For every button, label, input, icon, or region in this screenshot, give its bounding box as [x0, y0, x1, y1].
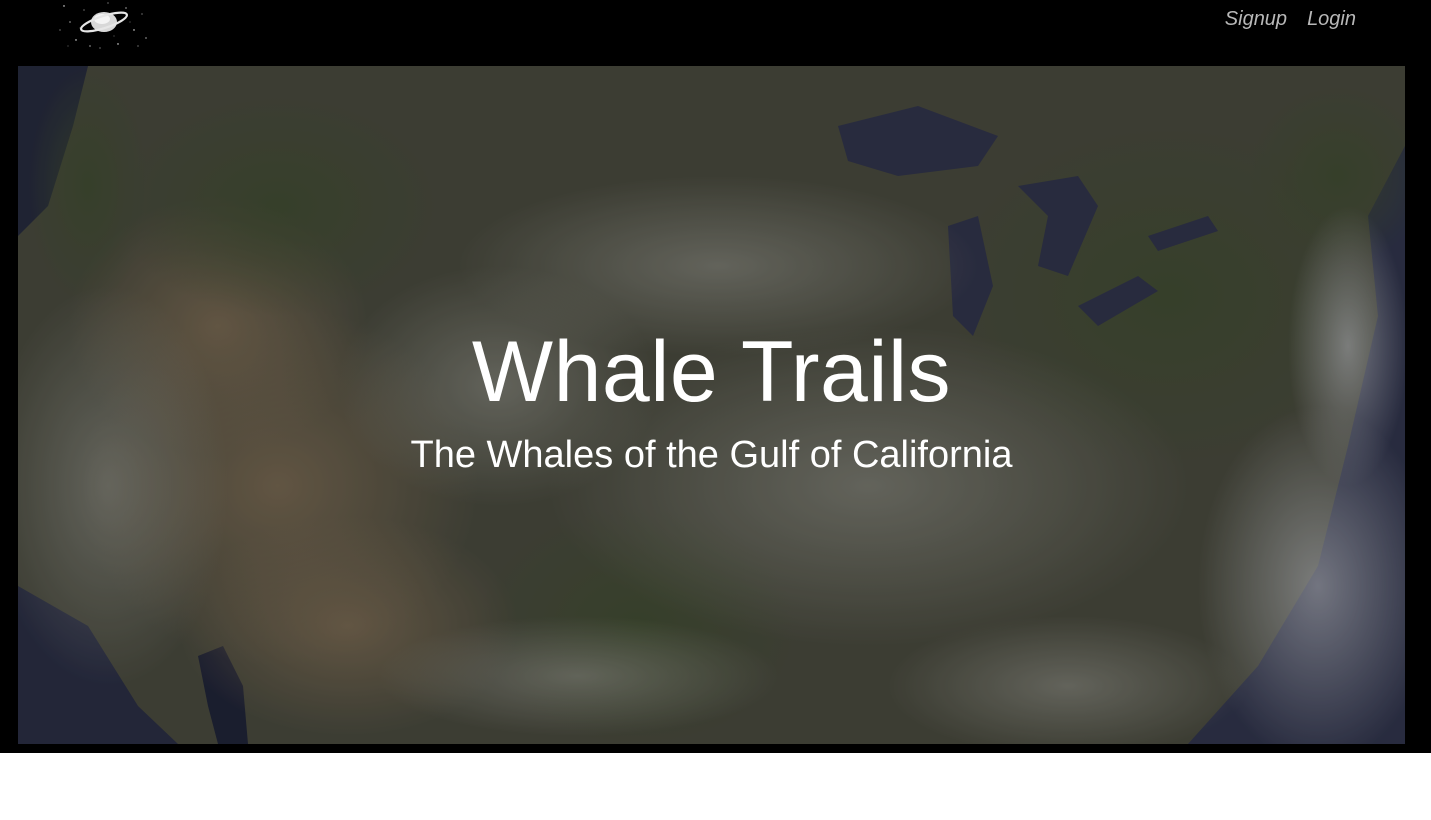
hero-text-block: Whale Trails The Whales of the Gulf of C…: [18, 324, 1405, 478]
navbar: Signup Login: [0, 0, 1431, 49]
page-content-area: [0, 753, 1431, 820]
page: Signup Login Whale Trails The Whales of …: [0, 0, 1431, 820]
nav-links: Signup Login: [1225, 7, 1356, 31]
login-link[interactable]: Login: [1307, 7, 1356, 31]
hero-title: Whale Trails: [471, 324, 952, 420]
signup-link[interactable]: Signup: [1225, 7, 1287, 31]
hero-subtitle: The Whales of the Gulf of California: [410, 434, 1013, 476]
saturn-planet-icon: [59, 2, 147, 49]
home-logo-link[interactable]: [56, 0, 152, 52]
hero-banner: Whale Trails The Whales of the Gulf of C…: [18, 66, 1405, 744]
